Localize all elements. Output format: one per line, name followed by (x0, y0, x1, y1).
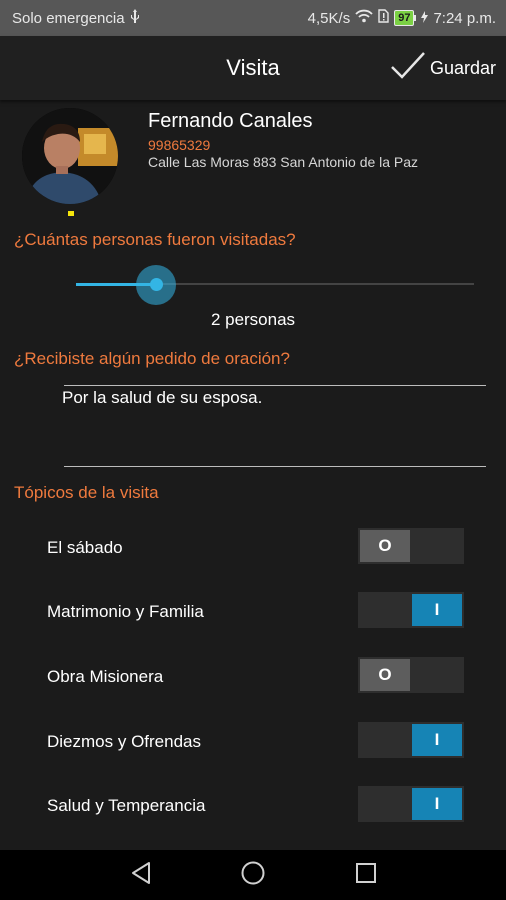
carrier-text: Solo emergencia (12, 9, 125, 27)
topic-label: Diezmos y Ofrendas (47, 732, 201, 751)
charging-icon (421, 10, 429, 27)
battery-icon: 97 (394, 10, 417, 26)
circle-home-icon (240, 860, 266, 891)
people-question-label: ¿Cuántas personas fueron visitadas? (14, 230, 296, 249)
topic-row: El sábado O (0, 528, 506, 568)
topic-label: El sábado (47, 538, 123, 557)
toggle-knob: O (360, 530, 410, 562)
prayer-request-value[interactable]: Por la salud de su esposa. (62, 388, 262, 408)
topic-row: Salud y Temperancia I (0, 786, 506, 826)
contact-phone[interactable]: 99865329 (148, 137, 210, 153)
checkmark-icon (390, 51, 426, 86)
toggle-knob: I (412, 724, 462, 756)
battery-level: 97 (394, 10, 415, 26)
network-speed: 4,5K/s (307, 9, 351, 27)
topic-row: Diezmos y Ofrendas I (0, 722, 506, 762)
triangle-back-icon (130, 861, 152, 890)
topics-label: Tópicos de la visita (14, 483, 159, 502)
nav-home-button[interactable] (223, 850, 283, 900)
toggle-knob: I (412, 594, 462, 626)
prayer-question-label: ¿Recibiste algún pedido de oración? (14, 349, 290, 368)
wifi-icon (355, 9, 373, 27)
nav-recents-button[interactable] (336, 850, 396, 900)
topic-label: Matrimonio y Familia (47, 602, 204, 621)
topic-label: Obra Misionera (47, 667, 164, 686)
topic-toggle[interactable]: O (358, 657, 464, 693)
avatar[interactable] (22, 108, 118, 204)
avatar-indicator (68, 211, 74, 216)
status-left: Solo emergencia (12, 9, 140, 27)
square-recents-icon (355, 862, 377, 889)
people-slider[interactable] (76, 265, 474, 305)
sim-alert-icon (378, 9, 389, 27)
status-bar: Solo emergencia 4,5K/s 97 7:24 p.m. (0, 0, 506, 36)
topic-toggle[interactable]: I (358, 592, 464, 628)
slider-thumb[interactable] (150, 278, 163, 291)
topic-toggle[interactable]: I (358, 786, 464, 822)
clock: 7:24 p.m. (433, 9, 496, 27)
topic-toggle[interactable]: O (358, 528, 464, 564)
topic-toggle[interactable]: I (358, 722, 464, 758)
contact-address: Calle Las Moras 883 San Antonio de la Pa… (148, 154, 419, 170)
save-label: Guardar (429, 57, 496, 78)
system-nav-bar (0, 850, 506, 900)
topic-row: Obra Misionera O (0, 657, 506, 697)
contact-name: Fernando Canales (148, 110, 313, 132)
status-right: 4,5K/s 97 7:24 p.m. (308, 9, 496, 27)
toggle-knob: O (360, 659, 410, 691)
topic-label: Salud y Temperancia (47, 796, 206, 815)
app-bar: Visita Guardar (0, 36, 506, 100)
usb-icon (130, 9, 140, 27)
topic-row: Matrimonio y Familia I (0, 592, 506, 632)
toggle-knob: I (412, 788, 462, 820)
save-button[interactable]: Guardar (390, 36, 496, 100)
nav-back-button[interactable] (111, 850, 171, 900)
people-count: 2 personas (210, 310, 296, 329)
